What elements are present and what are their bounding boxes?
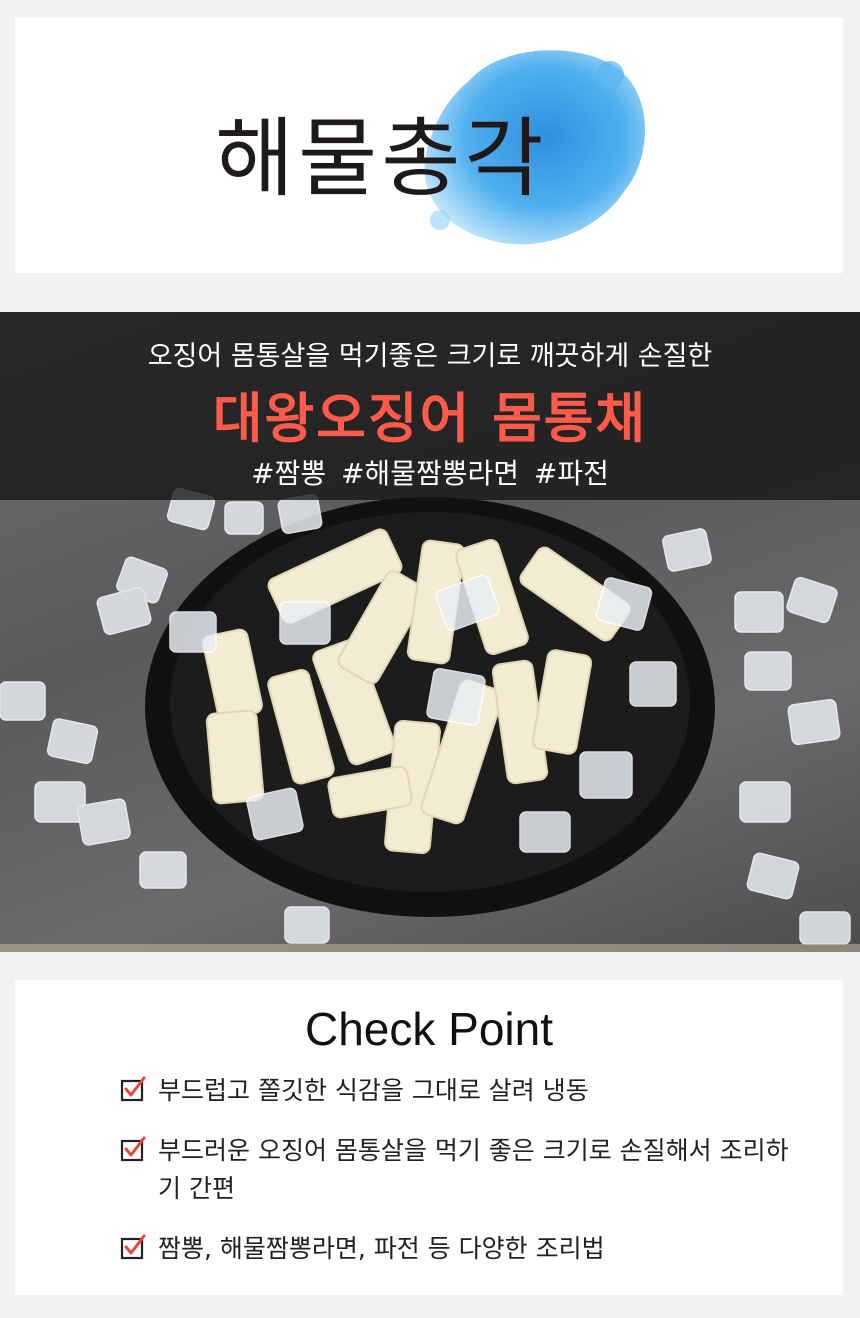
hero-subtitle: 오징어 몸통살을 먹기좋은 크기로 깨끗하게 손질한	[147, 341, 713, 372]
check-point-list: 부드럽고 쫄깃한 식감을 그대로 살려 냉동 부드러운 오징어 몸통살을 먹기 …	[120, 1072, 800, 1290]
hero-hashtags: #짬뽕 #해물짬뽕라면 #파전	[251, 457, 609, 490]
hero-banner: 오징어 몸통살을 먹기좋은 크기로 깨끗하게 손질한 대왕오징어 몸통채 #짬뽕…	[0, 312, 860, 500]
check-point-panel: Check Point 부드럽고 쫄깃한 식감을 그대로 살려 냉동 부드러운 …	[15, 980, 843, 1295]
check-point-item: 짬뽕, 해물짬뽕라면, 파전 등 다양한 조리법	[120, 1230, 800, 1268]
product-hero: 오징어 몸통살을 먹기좋은 크기로 깨끗하게 손질한 대왕오징어 몸통채 #짬뽕…	[0, 312, 860, 952]
checkbox-icon	[120, 1234, 146, 1260]
brand-logo-text: 해물총각	[215, 109, 548, 209]
check-point-title: Check Point	[304, 1003, 553, 1055]
check-point-text: 짬뽕, 해물짬뽕라면, 파전 등 다양한 조리법	[158, 1234, 605, 1263]
checkbox-icon	[120, 1076, 146, 1102]
check-point-text: 부드러운 오징어 몸통살을 먹기 좋은 크기로 손질해서 조리하기 간편	[158, 1136, 789, 1203]
check-point-item: 부드러운 오징어 몸통살을 먹기 좋은 크기로 손질해서 조리하기 간편	[120, 1132, 800, 1208]
check-point-text: 부드럽고 쫄깃한 식감을 그대로 살려 냉동	[158, 1076, 589, 1105]
checkbox-icon	[120, 1136, 146, 1162]
check-point-item: 부드럽고 쫄깃한 식감을 그대로 살려 냉동	[120, 1072, 800, 1110]
hero-title: 대왕오징어 몸통채	[212, 387, 648, 450]
logo-panel: 해물총각	[15, 18, 843, 273]
